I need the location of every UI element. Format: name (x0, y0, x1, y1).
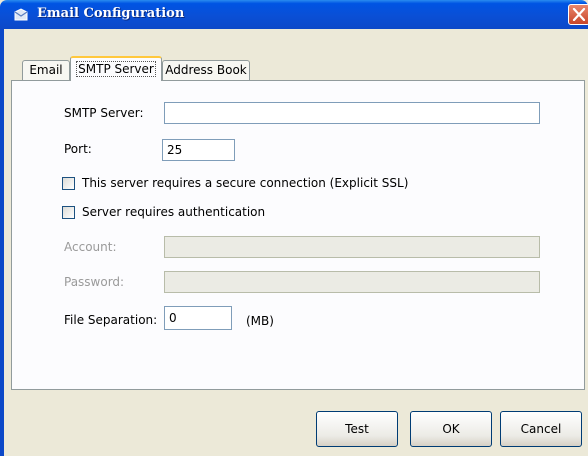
password-input[interactable] (164, 271, 540, 293)
tab-email[interactable]: Email (22, 60, 70, 80)
account-label: Account: (64, 240, 117, 254)
tab-smtp-server-label: SMTP Server (76, 61, 156, 77)
window-title: Email Configuration (37, 6, 185, 21)
smtp-server-label: SMTP Server: (64, 106, 144, 120)
tab-email-label: Email (29, 63, 63, 77)
auth-checkbox-label: Server requires authentication (82, 205, 266, 219)
cancel-button[interactable]: Cancel (500, 411, 582, 447)
close-button[interactable] (568, 4, 588, 25)
file-separation-unit: (MB) (246, 314, 274, 328)
account-input[interactable] (164, 236, 540, 258)
port-label: Port: (64, 142, 92, 156)
file-separation-input[interactable] (164, 306, 232, 330)
title-bar: Email Configuration (0, 0, 588, 29)
test-button[interactable]: Test (316, 411, 398, 447)
ssl-checkbox[interactable] (62, 177, 75, 190)
port-input[interactable] (162, 139, 235, 161)
auth-checkbox[interactable] (62, 206, 75, 219)
tab-address-book-label: Address Book (165, 63, 247, 77)
close-icon (572, 8, 586, 21)
file-separation-label: File Separation: (64, 313, 158, 327)
email-config-icon (14, 8, 28, 21)
smtp-server-panel (11, 80, 585, 390)
ok-button[interactable]: OK (410, 411, 492, 447)
window-frame-left (0, 29, 4, 456)
password-label: Password: (64, 275, 125, 289)
tab-address-book[interactable]: Address Book (162, 60, 250, 80)
ssl-checkbox-label: This server requires a secure connection… (82, 176, 409, 190)
smtp-server-input[interactable] (164, 102, 540, 124)
tab-smtp-server[interactable]: SMTP Server (70, 56, 162, 81)
